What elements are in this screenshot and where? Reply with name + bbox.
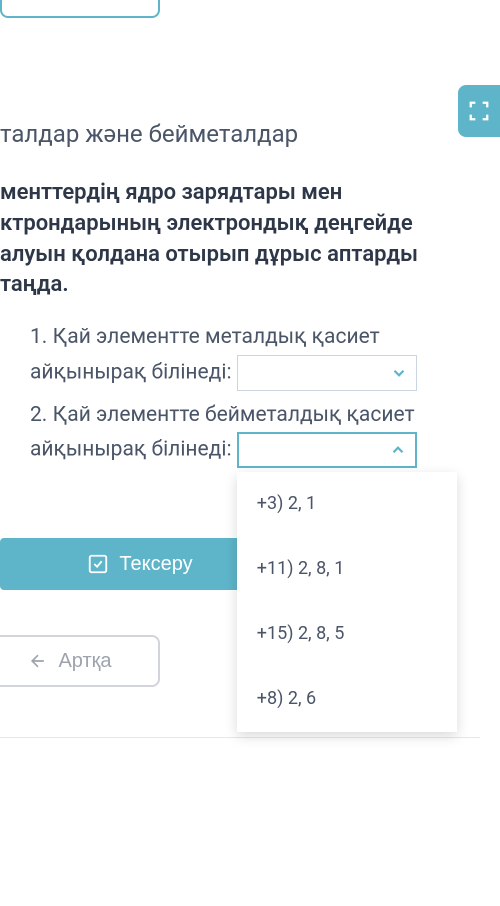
question-prompt: менттердің ядро зарядтары мен ктрондарын… xyxy=(0,178,480,301)
question-number: 2. xyxy=(30,403,47,427)
chevron-down-icon xyxy=(390,364,408,382)
dropdown-option[interactable]: +3) 2, 1 xyxy=(237,472,457,537)
page-title: талдар және бейметалдар xyxy=(0,120,480,148)
chevron-up-icon xyxy=(389,441,407,459)
question-number: 1. xyxy=(30,325,47,349)
fullscreen-button[interactable] xyxy=(458,85,500,137)
dropdown-select-1[interactable] xyxy=(237,355,417,391)
back-button-label: Артқа xyxy=(58,650,111,673)
dropdown-1 xyxy=(237,355,417,391)
arrow-left-icon xyxy=(28,651,48,671)
fullscreen-icon xyxy=(468,100,490,122)
dropdown-options-list: +3) 2, 1 +11) 2, 8, 1 +15) 2, 8, 5 +8) 2… xyxy=(237,472,457,731)
dropdown-option[interactable]: +15) 2, 8, 5 xyxy=(237,602,457,667)
question-item-1: 1. Қай элементте металдық қасиет айқыныр… xyxy=(30,321,480,391)
dropdown-option[interactable]: +11) 2, 8, 1 xyxy=(237,537,457,602)
dropdown-2: +3) 2, 1 +11) 2, 8, 1 +15) 2, 8, 5 +8) 2… xyxy=(237,432,417,468)
back-button[interactable]: Артқа xyxy=(0,635,160,687)
bottom-divider xyxy=(0,737,480,738)
dropdown-select-2[interactable] xyxy=(237,432,417,468)
check-button-label: Тексеру xyxy=(119,553,192,576)
dropdown-option[interactable]: +8) 2, 6 xyxy=(237,667,457,732)
top-border-decoration xyxy=(0,0,160,18)
question-item-2: 2. Қай элементте бейметалдық қасиет айқы… xyxy=(30,399,480,469)
check-icon xyxy=(87,553,109,575)
